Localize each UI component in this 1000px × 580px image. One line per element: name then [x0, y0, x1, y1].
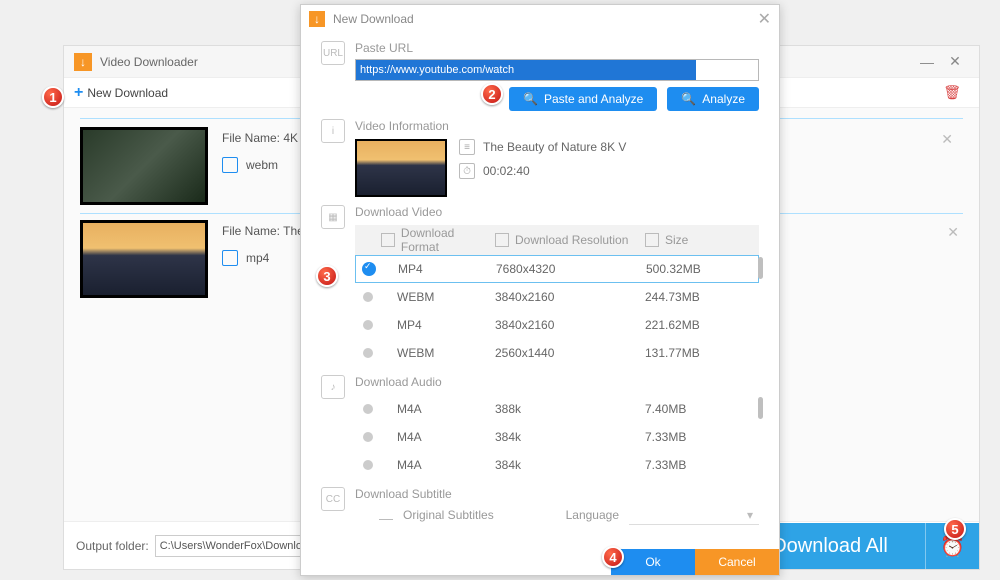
- video-icon: ▦: [321, 205, 345, 229]
- callout-4: 4: [602, 546, 624, 568]
- resolution-header-icon: [495, 233, 509, 247]
- ok-button[interactable]: Ok: [611, 549, 695, 575]
- new-download-dialog: ↓ New Download ✕ URL Paste URL https://w…: [300, 4, 780, 576]
- format-label: mp4: [246, 251, 269, 265]
- radio-selected-icon[interactable]: [356, 262, 382, 276]
- format-icon: [222, 250, 238, 266]
- url-value: https://www.youtube.com/watch: [356, 60, 696, 80]
- search-icon: 🔍: [523, 92, 538, 106]
- radio-icon[interactable]: [355, 460, 381, 470]
- callout-2: 2: [481, 83, 503, 105]
- video-info-section: i Video Information ≡ The Beauty of Natur…: [321, 119, 759, 197]
- download-audio-section: ♪ Download Audio M4A 388k 7.40MB M4A 384…: [321, 375, 759, 479]
- callout-5: 5: [944, 518, 966, 540]
- download-subtitle-label: Download Subtitle: [355, 487, 759, 501]
- video-info-label: Video Information: [355, 119, 759, 133]
- minimize-button[interactable]: —: [913, 54, 941, 70]
- trash-icon[interactable]: 🗑: [943, 84, 961, 101]
- cancel-button[interactable]: Cancel: [695, 549, 779, 575]
- radio-icon[interactable]: [355, 404, 381, 414]
- video-format-row[interactable]: MP4 3840x2160 221.62MB: [355, 311, 759, 339]
- video-title: The Beauty of Nature 8K V: [483, 140, 626, 154]
- dialog-logo-icon: ↓: [309, 11, 325, 27]
- analyze-button[interactable]: 🔍Analyze: [667, 87, 759, 111]
- app-logo-icon: ↓: [74, 53, 92, 71]
- scrollbar[interactable]: [758, 397, 763, 419]
- video-thumbnail: [80, 127, 208, 205]
- search-icon: 🔍: [681, 92, 696, 106]
- plus-icon: +: [74, 84, 83, 102]
- radio-icon[interactable]: [355, 320, 381, 330]
- url-icon: URL: [321, 41, 345, 65]
- dialog-titlebar: ↓ New Download ✕: [301, 5, 779, 33]
- video-format-row[interactable]: WEBM 2560x1440 131.77MB: [355, 339, 759, 367]
- new-download-button[interactable]: New Download: [87, 86, 168, 100]
- radio-icon[interactable]: [355, 292, 381, 302]
- download-audio-label: Download Audio: [355, 375, 759, 389]
- video-duration: 00:02:40: [483, 164, 530, 178]
- video-table-header: Download Format Download Resolution Size: [355, 225, 759, 255]
- language-label: Language: [566, 508, 619, 522]
- format-icon: [222, 157, 238, 173]
- dialog-footer: Ok Cancel: [301, 549, 779, 575]
- audio-format-list: M4A 388k 7.40MB M4A 384k 7.33MB M4A 384k: [355, 395, 759, 479]
- dialog-close-button[interactable]: ✕: [758, 9, 771, 29]
- close-button[interactable]: ✕: [941, 53, 969, 70]
- remove-item-button[interactable]: ✕: [943, 220, 963, 298]
- audio-format-row[interactable]: M4A 384k 7.33MB: [355, 423, 759, 451]
- original-subtitles-label: Original Subtitles: [403, 508, 494, 522]
- dialog-title: New Download: [333, 12, 758, 26]
- paste-url-section: URL Paste URL https://www.youtube.com/wa…: [321, 41, 759, 111]
- size-header-icon: [645, 233, 659, 247]
- audio-format-row[interactable]: M4A 384k 7.33MB: [355, 451, 759, 479]
- paste-and-analyze-button[interactable]: 🔍Paste and Analyze: [509, 87, 657, 111]
- video-thumbnail: [80, 220, 208, 298]
- download-subtitle-section: CC Download Subtitle Original Subtitles …: [321, 487, 759, 525]
- app-title: Video Downloader: [100, 55, 198, 69]
- url-input[interactable]: https://www.youtube.com/watch: [355, 59, 759, 81]
- video-info-thumbnail: [355, 139, 447, 197]
- video-format-list: MP4 7680x4320 500.32MB WEBM 3840x2160 24…: [355, 255, 759, 367]
- output-folder-label: Output folder:: [76, 539, 149, 553]
- subtitle-checkbox[interactable]: [379, 510, 393, 520]
- download-video-label: Download Video: [355, 205, 759, 219]
- scrollbar[interactable]: [758, 257, 763, 279]
- radio-icon[interactable]: [355, 432, 381, 442]
- language-select[interactable]: ▾: [629, 505, 759, 525]
- clock-icon: ⏱: [459, 163, 475, 179]
- callout-3: 3: [316, 265, 338, 287]
- audio-icon: ♪: [321, 375, 345, 399]
- remove-item-button[interactable]: ✕: [937, 127, 957, 205]
- download-video-section: ▦ Download Video Download Format Downloa…: [321, 205, 759, 367]
- video-format-row[interactable]: MP4 7680x4320 500.32MB: [355, 255, 759, 283]
- format-label: webm: [246, 158, 278, 172]
- subtitle-icon: CC: [321, 487, 345, 511]
- info-icon: i: [321, 119, 345, 143]
- format-header-icon: [381, 233, 395, 247]
- audio-format-row[interactable]: M4A 388k 7.40MB: [355, 395, 759, 423]
- radio-icon[interactable]: [355, 348, 381, 358]
- callout-1: 1: [42, 86, 64, 108]
- title-icon: ≡: [459, 139, 475, 155]
- video-format-row[interactable]: WEBM 3840x2160 244.73MB: [355, 283, 759, 311]
- paste-url-label: Paste URL: [355, 41, 759, 55]
